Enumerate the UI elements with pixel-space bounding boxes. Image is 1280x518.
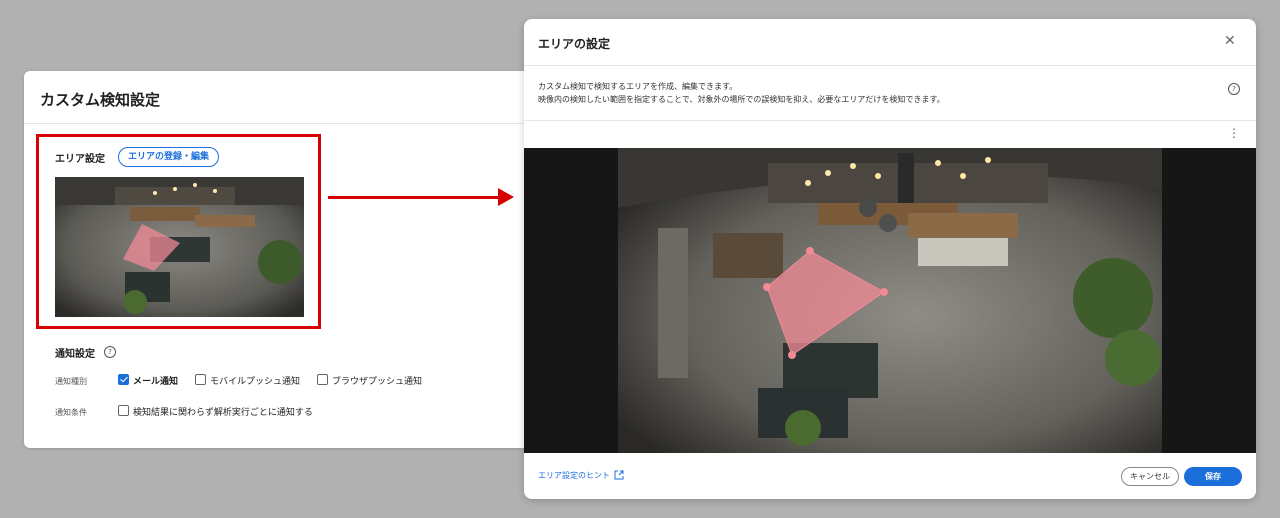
- notify-every-run-checkbox[interactable]: [118, 405, 129, 416]
- divider: [524, 65, 1256, 66]
- page-title: カスタム検知設定: [40, 91, 161, 109]
- modal-description-line2: 映像内の検知したい範囲を指定することで、対象外の場所での誤検知を抑え、必要なエリ…: [538, 95, 945, 104]
- modal-description-line1: カスタム検知で検知するエリアを作成、編集できます。: [538, 82, 738, 91]
- help-icon[interactable]: ?: [1228, 83, 1240, 95]
- camera-scene-thumbnail: [55, 177, 304, 317]
- area-settings-modal: エリアの設定 ✕ カスタム検知で検知するエリアを作成、編集できます。 映像内の検…: [524, 19, 1256, 499]
- mail-notification-label: メール通知: [133, 377, 179, 387]
- more-vertical-icon[interactable]: ⋮: [1228, 127, 1240, 139]
- custom-detection-settings-card: カスタム検知設定 エリア設定 エリアの登録・編集 通知設定 ? 通知種別 メール…: [24, 71, 544, 448]
- camera-video: [618, 148, 1162, 453]
- browser-push-label: ブラウザプッシュ通知: [332, 377, 423, 387]
- divider: [524, 120, 1256, 121]
- arrow-right-icon: [498, 188, 514, 206]
- browser-push-checkbox[interactable]: [317, 374, 328, 385]
- close-icon[interactable]: ✕: [1224, 34, 1236, 48]
- cancel-button[interactable]: キャンセル: [1121, 467, 1179, 486]
- notification-condition-label: 通知条件: [55, 408, 87, 417]
- save-button[interactable]: 保存: [1184, 467, 1242, 486]
- help-icon[interactable]: ?: [104, 346, 116, 358]
- camera-thumbnail: [55, 177, 304, 317]
- video-area: [524, 148, 1256, 453]
- mobile-push-label: モバイルプッシュ通知: [210, 377, 301, 387]
- mail-notification-checkbox[interactable]: [118, 374, 129, 385]
- mobile-push-checkbox[interactable]: [195, 374, 206, 385]
- notification-type-label: 通知種別: [55, 377, 87, 386]
- area-hint-link[interactable]: エリア設定のヒント: [538, 470, 610, 481]
- external-link-icon[interactable]: [614, 470, 624, 480]
- area-setting-label: エリア設定: [55, 154, 105, 165]
- notify-every-run-label: 検知結果に関わらず解析実行ごとに通知する: [133, 408, 313, 418]
- modal-title: エリアの設定: [538, 37, 611, 51]
- divider: [24, 123, 544, 124]
- arrow-line: [328, 196, 500, 199]
- notification-settings-label: 通知設定: [55, 349, 95, 360]
- camera-scene-image: [618, 148, 1162, 453]
- area-edit-button[interactable]: エリアの登録・編集: [118, 147, 220, 167]
